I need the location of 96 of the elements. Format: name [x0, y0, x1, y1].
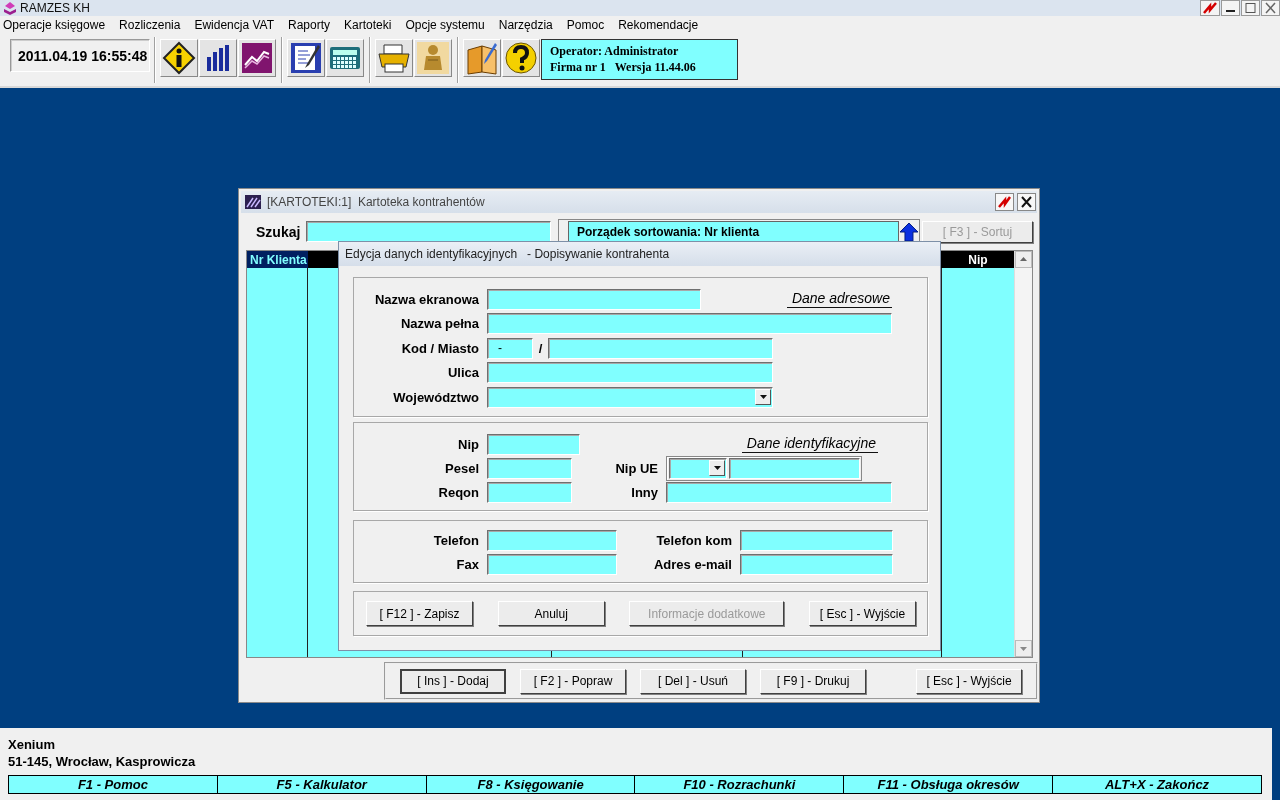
dropdown[interactable]: [669, 457, 727, 479]
toolbar-button[interactable]: [199, 39, 237, 77]
menu-item[interactable]: Operacje księgowe: [0, 18, 113, 32]
separator-text: /: [537, 340, 544, 356]
menu-item[interactable]: Rekomendacje: [615, 18, 706, 32]
input-field[interactable]: [548, 337, 773, 359]
scroll-up-icon: [1015, 251, 1032, 269]
field-label: Pesel: [444, 460, 479, 476]
info-icon: [161, 40, 197, 76]
field-label: Nazwa pełna: [399, 316, 479, 331]
lightning-icon[interactable]: [995, 192, 1014, 211]
field-label: Kod / Miasto: [400, 340, 479, 356]
function-key[interactable]: F1 - Pomoc: [9, 776, 218, 793]
button[interactable]: [ Esc ] - Wyjście: [916, 668, 1022, 694]
button[interactable]: Anuluj: [497, 601, 605, 626]
window-title: [KARTOTEKI:1] Kartoteka kontrahentów: [267, 194, 485, 209]
toolbar-button[interactable]: [160, 39, 198, 77]
caret-icon: [759, 394, 767, 399]
company-name: Xenium: [8, 736, 56, 753]
menu-item[interactable]: Ewidencja VAT: [191, 18, 281, 32]
column-header[interactable]: Nr Klienta: [247, 251, 308, 269]
input-field[interactable]: [487, 457, 572, 479]
section-heading: Dane adresowe: [786, 290, 892, 308]
menu-item[interactable]: Opcje systemu: [402, 18, 492, 32]
scrollbar[interactable]: [1014, 251, 1032, 658]
input-field[interactable]: [487, 481, 572, 503]
field-label: Inny: [630, 484, 658, 500]
input-field[interactable]: -: [487, 337, 533, 359]
input-field[interactable]: [740, 530, 893, 551]
column-header[interactable]: Nip: [942, 251, 1014, 269]
search-label: Szukaj: [256, 223, 302, 240]
field-label: Nip: [457, 436, 479, 452]
date-time-display: 2011.04.19 16:55:48: [10, 39, 150, 72]
window-icon: [245, 194, 261, 209]
field-label: Województwo: [392, 389, 479, 405]
function-key[interactable]: F10 - Rozrachunki: [635, 776, 845, 793]
toolbar-button[interactable]: [502, 39, 540, 77]
book-pen-icon: [464, 40, 500, 76]
function-key[interactable]: F8 - Księgowanie: [426, 776, 636, 793]
company-address: 51-145, Wrocław, Kasprowicza: [8, 753, 197, 770]
menu-item[interactable]: Pomoc: [563, 18, 612, 32]
window-title: RAMZES KH: [20, 1, 90, 15]
toolbar-button[interactable]: [287, 39, 325, 77]
dialog-title: Edycja danych identyfikacyjnych - Dopisywanie kontrahenta: [339, 242, 940, 266]
input-field[interactable]: [487, 313, 892, 334]
line-chart-icon: [239, 40, 275, 76]
function-key[interactable]: ALT+X - Zakończ: [1053, 776, 1261, 793]
toolbar-button[interactable]: [463, 39, 501, 77]
menu-item[interactable]: Rozliczenia: [116, 18, 188, 32]
button[interactable]: [ Ins ] - Dodaj: [400, 668, 506, 694]
menu-item[interactable]: Narzędzia: [495, 18, 560, 32]
caret-icon: [713, 465, 721, 470]
sort-order-text: Porządek sortowania: Nr klienta: [568, 221, 900, 243]
section-heading: Dane identyfikacyjne: [741, 435, 878, 453]
input-field[interactable]: [487, 530, 617, 551]
field-label: Nip UE: [614, 460, 658, 476]
up-arrow-icon[interactable]: [899, 220, 919, 243]
help-icon: [503, 40, 539, 76]
button[interactable]: [ Esc ] - Wyjście: [808, 601, 916, 626]
input-field[interactable]: [487, 554, 617, 575]
function-key[interactable]: F11 - Obsługa okresów: [844, 776, 1054, 793]
field-label: Telefon kom: [655, 533, 732, 548]
version-text: Wersja 11.44.06: [614, 60, 696, 75]
maximize-icon[interactable]: [1241, 0, 1260, 16]
input-field[interactable]: [487, 362, 773, 383]
function-key[interactable]: F5 - Kalkulator: [217, 776, 427, 793]
field-label: Ulica: [446, 365, 479, 380]
field-label: Telefon: [432, 533, 479, 548]
field-label: Fax: [455, 557, 479, 572]
menu-item[interactable]: Kartoteki: [341, 18, 399, 32]
operator-text: Operator: Administrator: [550, 44, 680, 59]
statue-icon: [415, 40, 451, 76]
menu-item[interactable]: Raporty: [285, 18, 338, 32]
firm-text: Firma nr 1: [550, 60, 606, 75]
input-field[interactable]: [487, 433, 580, 455]
input-field[interactable]: [729, 457, 860, 479]
dropdown-button[interactable]: [755, 388, 771, 405]
input-field[interactable]: [740, 554, 893, 575]
button[interactable]: [ F12 ] - Zapisz: [366, 601, 473, 626]
dropdown-button[interactable]: [709, 459, 725, 476]
field-label: Nazwa ekranowa: [373, 291, 479, 307]
search-field[interactable]: [306, 221, 551, 243]
document-pen-icon: [288, 40, 324, 76]
button[interactable]: [ Del ] - Usuń: [640, 668, 746, 694]
app-icon: [3, 1, 17, 15]
lightning-icon[interactable]: [1200, 0, 1220, 16]
field-label: Adres e-mail: [652, 557, 732, 572]
minimize-icon[interactable]: [1221, 0, 1240, 16]
close-icon[interactable]: [1017, 192, 1036, 211]
dropdown[interactable]: [487, 386, 773, 408]
input-field[interactable]: [487, 288, 701, 310]
button[interactable]: [ F2 ] - Popraw: [520, 668, 626, 694]
field-label: Reqon: [437, 484, 479, 500]
toolbar-button[interactable]: [238, 39, 276, 77]
button[interactable]: [ F9 ] - Drukuj: [760, 668, 866, 694]
input-field[interactable]: [666, 481, 892, 503]
